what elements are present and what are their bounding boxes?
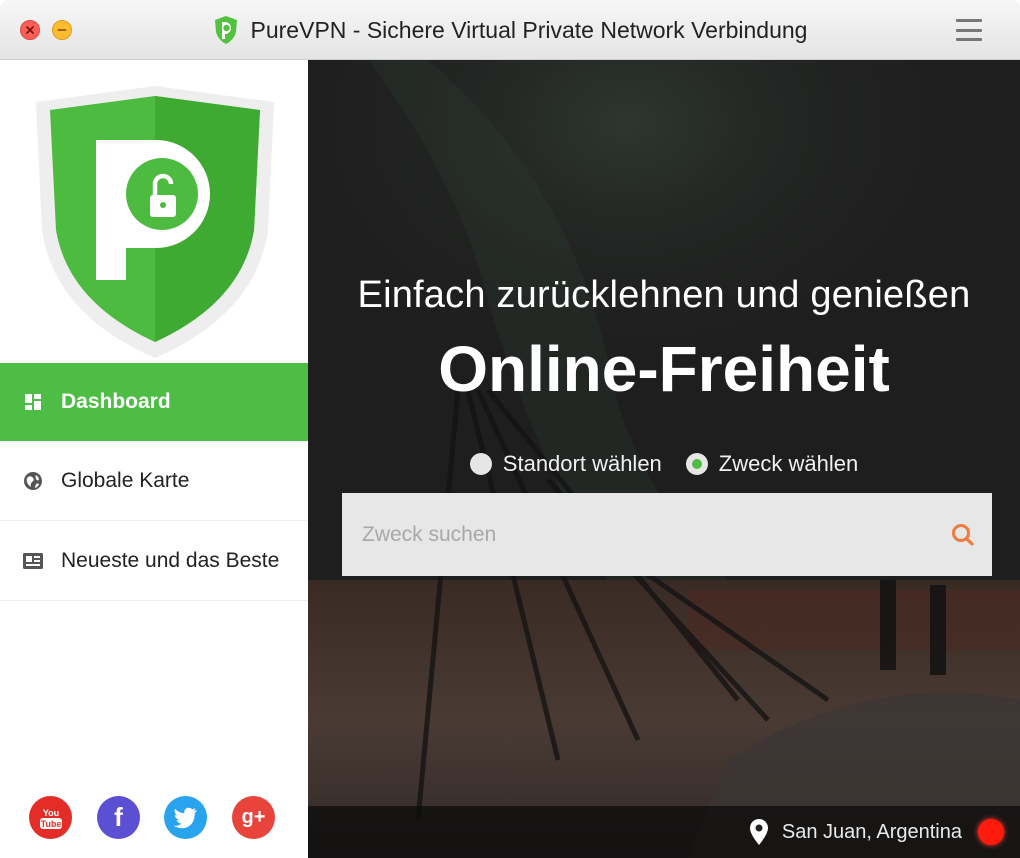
dashboard-icon — [22, 391, 44, 413]
title-group: PureVPN - Sichere Virtual Private Networ… — [0, 0, 1020, 60]
facebook-button[interactable]: f — [97, 796, 140, 839]
svg-text:Tube: Tube — [40, 819, 61, 829]
svg-text:You: You — [42, 808, 58, 818]
hamburger-menu-button[interactable] — [956, 19, 982, 41]
status-bar: San Juan, Argentina — [308, 806, 1020, 858]
sidebar-item-globale-karte[interactable]: Globale Karte — [0, 441, 308, 521]
sidebar-item-label: Dashboard — [61, 389, 171, 413]
sidebar-item-label: Neueste und das Beste — [61, 548, 280, 572]
search-input[interactable] — [342, 492, 948, 577]
search-box — [342, 492, 992, 577]
globe-icon — [22, 470, 44, 492]
purevpn-window: PureVPN - Sichere Virtual Private Networ… — [0, 0, 1020, 858]
google-plus-icon: g+ — [241, 806, 266, 828]
sidebar-item-neueste[interactable]: Neueste und das Beste — [0, 521, 308, 601]
window-title: PureVPN - Sichere Virtual Private Networ… — [250, 16, 808, 43]
news-icon — [22, 550, 44, 572]
google-plus-button[interactable]: g+ — [232, 796, 275, 839]
connection-status-indicator[interactable] — [978, 819, 1004, 845]
sidebar-item-dashboard[interactable]: Dashboard — [0, 363, 308, 441]
headline: Online-Freiheit — [438, 333, 890, 405]
dashboard-panel: Einfach zurücklehnen und genießen Online… — [308, 60, 1020, 858]
current-location: San Juan, Argentina — [781, 820, 962, 843]
radio-label: Zweck wählen — [718, 451, 859, 476]
purevpn-shield-logo — [36, 86, 274, 358]
close-icon — [26, 26, 34, 34]
mode-selector: Standort wählen Zweck wählen — [308, 451, 1020, 477]
sidebar-nav: Dashboard Globale Karte Neueste und das … — [0, 363, 308, 601]
youtube-button[interactable]: You Tube — [29, 796, 72, 839]
sidebar-item-label: Globale Karte — [61, 468, 190, 492]
radio-zweck[interactable]: Zweck wählen — [685, 451, 859, 477]
radio-checked-icon — [685, 453, 708, 475]
location-pin-icon — [749, 819, 768, 845]
social-links: You Tube f g+ — [29, 796, 289, 840]
twitter-icon — [173, 807, 197, 828]
menu-line-icon — [956, 19, 982, 22]
close-window-button[interactable] — [20, 20, 40, 40]
minimize-icon — [57, 29, 67, 31]
tagline: Einfach zurücklehnen und genießen — [357, 274, 971, 316]
purevpn-logo-icon — [214, 16, 237, 44]
radio-label: Standort wählen — [502, 451, 662, 476]
menu-line-icon — [956, 38, 982, 41]
twitter-button[interactable] — [164, 796, 207, 839]
minimize-window-button[interactable] — [52, 20, 72, 40]
radio-unchecked-icon — [469, 453, 492, 475]
youtube-icon: You Tube — [39, 808, 62, 829]
radio-standort[interactable]: Standort wählen — [469, 451, 662, 477]
title-bar[interactable]: PureVPN - Sichere Virtual Private Networ… — [0, 0, 1020, 60]
facebook-icon: f — [114, 802, 123, 832]
sidebar: Dashboard Globale Karte Neueste und das … — [0, 60, 308, 858]
search-icon[interactable] — [948, 520, 978, 550]
menu-line-icon — [956, 28, 982, 32]
